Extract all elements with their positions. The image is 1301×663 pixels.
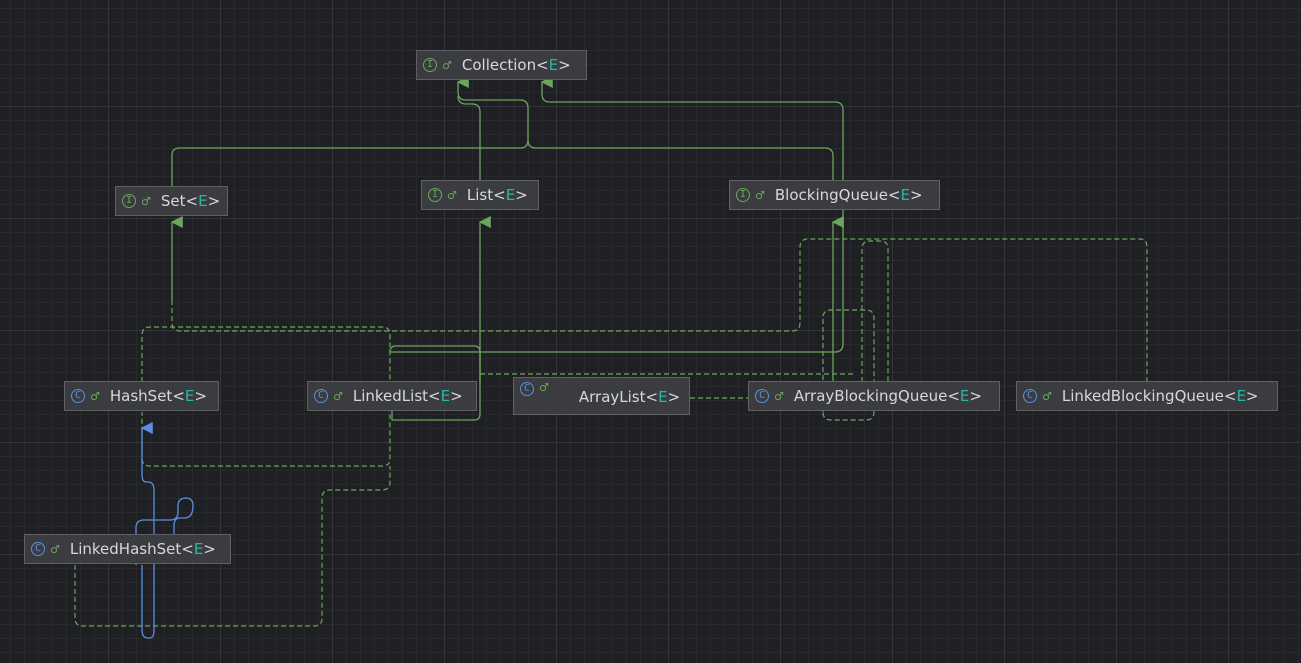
unlock-icon: ♂: [333, 389, 343, 403]
interface-icon: I: [423, 58, 437, 72]
node-label: LinkedList<E>: [352, 387, 463, 405]
edge-list-to-collection-right: [527, 139, 834, 180]
node-label: HashSet<E>: [109, 387, 207, 405]
class-icon: C: [755, 389, 769, 403]
class-icon: C: [31, 542, 45, 556]
edge-set-to-collection: [171, 76, 529, 186]
interface-icon: I: [736, 188, 750, 202]
interface-icon: I: [122, 194, 136, 208]
unlock-icon: ♂: [141, 194, 151, 208]
interface-icon: I: [428, 188, 442, 202]
unlock-icon: ♂: [539, 381, 549, 394]
uml-diagram-canvas: I ♂ Collection<E> I ♂ Set<E> I ♂ List<E>…: [0, 0, 1301, 663]
edge-blockingqueue-to-collection: [540, 76, 844, 240]
edge-set-implements-bus: [171, 238, 1148, 382]
node-linkedhashset[interactable]: C ♂ LinkedHashSet<E>: [24, 534, 231, 564]
unlock-icon: ♂: [90, 389, 100, 403]
node-label: ArrayList<E>: [578, 388, 681, 406]
node-label: BlockingQueue<E>: [774, 186, 923, 204]
node-arrayblockingqueue[interactable]: C ♂ ArrayBlockingQueue<E>: [748, 381, 1000, 411]
node-list[interactable]: I ♂ List<E>: [421, 180, 539, 210]
node-arraylist[interactable]: C ♂ ArrayList<E>: [513, 377, 690, 415]
class-icon: C: [1023, 389, 1037, 403]
unlock-icon: ♂: [1042, 389, 1052, 403]
edge-linkedhashset-to-hashset: [140, 422, 155, 639]
node-label: LinkedHashSet<E>: [69, 540, 216, 558]
node-linkedblockingqueue[interactable]: C ♂ LinkedBlockingQueue<E>: [1016, 381, 1278, 411]
node-label: LinkedBlockingQueue<E>: [1061, 387, 1259, 405]
edge-blockingqueue-bus: [390, 240, 844, 353]
node-linkedlist[interactable]: C ♂ LinkedList<E>: [307, 381, 477, 411]
unlock-icon: ♂: [442, 58, 452, 72]
class-icon: C: [520, 382, 534, 396]
node-label: Set<E>: [160, 192, 221, 210]
node-collection[interactable]: I ♂ Collection<E>: [416, 50, 587, 80]
class-icon: C: [314, 389, 328, 403]
node-set[interactable]: I ♂ Set<E>: [115, 186, 228, 216]
unlock-icon: ♂: [447, 188, 457, 202]
edge-list-to-collection: [457, 95, 481, 180]
unlock-icon: ♂: [50, 542, 60, 556]
node-label: Collection<E>: [461, 56, 571, 74]
node-label: ArrayBlockingQueue<E>: [793, 387, 982, 405]
class-icon: C: [71, 389, 85, 403]
unlock-icon: ♂: [774, 389, 784, 403]
node-label: List<E>: [466, 186, 528, 204]
unlock-icon: ♂: [755, 188, 765, 202]
node-hashset[interactable]: C ♂ HashSet<E>: [64, 381, 219, 411]
edge-lbq-loop: [861, 240, 889, 382]
node-blockingqueue[interactable]: I ♂ BlockingQueue<E>: [729, 180, 940, 210]
